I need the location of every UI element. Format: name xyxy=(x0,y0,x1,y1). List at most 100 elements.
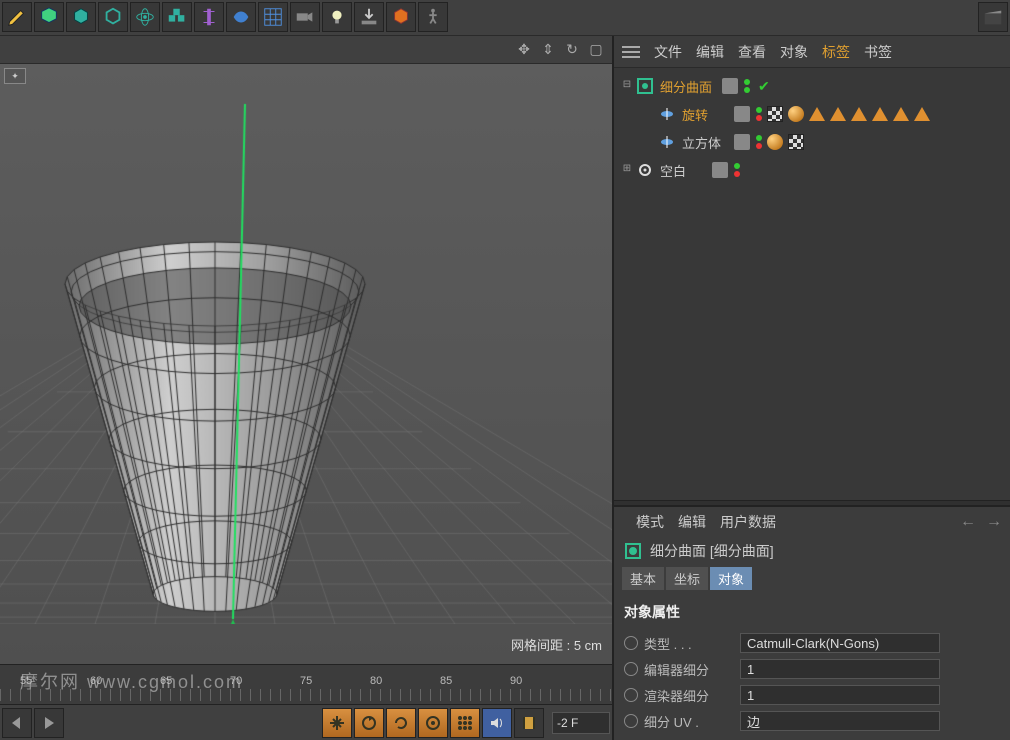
visibility-dots[interactable] xyxy=(744,79,750,93)
expando-icon[interactable]: ⊞ xyxy=(620,163,634,177)
attr-tabs: 基本 坐标 对象 xyxy=(614,565,1010,592)
tab-object[interactable]: 对象 xyxy=(710,567,752,590)
prop-field[interactable] xyxy=(740,633,940,653)
top-toolbar xyxy=(0,0,1010,36)
move-tool-icon[interactable] xyxy=(322,708,352,738)
tree-row[interactable]: ⊞ 空白 xyxy=(614,156,1010,184)
tag-tri-icon[interactable] xyxy=(872,107,888,121)
tree-row[interactable]: ⊟细分曲面✔ xyxy=(614,72,1010,100)
tree-label[interactable]: 立方体 xyxy=(678,133,728,152)
ruler-mark: 85 xyxy=(440,675,452,687)
viewport-frame-icon[interactable]: ▢ xyxy=(586,40,606,60)
tool-bar-icon[interactable] xyxy=(194,2,224,32)
prop-label: 编辑器细分 xyxy=(644,660,734,679)
attr-menu-mode[interactable]: 模式 xyxy=(636,512,664,532)
tool-cube-orange-icon[interactable] xyxy=(386,2,416,32)
target-icon[interactable] xyxy=(418,708,448,738)
tag-tri-icon[interactable] xyxy=(893,107,909,121)
tag-ball-icon[interactable] xyxy=(788,106,804,122)
tool-clapper-icon[interactable] xyxy=(978,2,1008,32)
tag-checker-icon[interactable] xyxy=(767,106,783,122)
visibility-dots[interactable] xyxy=(734,163,740,177)
viewport-nav-bar: ✥ ⇕ ↻ ▢ xyxy=(0,36,612,64)
prop-field[interactable] xyxy=(740,685,940,705)
attr-object-title: 细分曲面 [细分曲面] xyxy=(650,541,774,561)
visibility-dots[interactable] xyxy=(756,107,762,121)
hamburger-icon[interactable] xyxy=(622,46,640,58)
tag-tri-icon[interactable] xyxy=(851,107,867,121)
layer-chip[interactable] xyxy=(734,134,750,150)
grid-dots-icon[interactable] xyxy=(450,708,480,738)
tag-tri-icon[interactable] xyxy=(914,107,930,121)
attr-menu-edit[interactable]: 编辑 xyxy=(678,512,706,532)
tool-cubes-icon[interactable] xyxy=(162,2,192,32)
grid-spacing-label: 网格间距 : 5 cm xyxy=(511,635,602,654)
tab-coord[interactable]: 坐标 xyxy=(666,567,708,590)
loop-icon[interactable] xyxy=(386,708,416,738)
om-menu-view[interactable]: 查看 xyxy=(738,42,766,62)
prop-field[interactable] xyxy=(740,659,940,679)
radio-icon[interactable] xyxy=(624,662,638,676)
prev-frame-icon[interactable] xyxy=(2,708,32,738)
visibility-dots[interactable] xyxy=(756,135,762,149)
om-menu-object[interactable]: 对象 xyxy=(780,42,808,62)
tool-figure-icon[interactable] xyxy=(418,2,448,32)
tool-camera-icon[interactable] xyxy=(290,2,320,32)
tree-label[interactable]: 细分曲面 xyxy=(656,77,716,96)
property-row: 编辑器细分 xyxy=(624,656,1000,682)
expando-icon[interactable] xyxy=(642,107,656,121)
expando-icon[interactable] xyxy=(642,135,656,149)
3d-viewport[interactable]: ✦ 网格间距 : 5 cm xyxy=(0,64,612,664)
attr-menu-userdata[interactable]: 用户数据 xyxy=(720,512,776,532)
property-row: 渲染器细分 xyxy=(624,682,1000,708)
play-icon[interactable] xyxy=(34,708,64,738)
radio-icon[interactable] xyxy=(624,636,638,650)
tool-bulb-icon[interactable] xyxy=(322,2,352,32)
tool-cube-teal-icon[interactable] xyxy=(66,2,96,32)
radio-icon[interactable] xyxy=(624,714,638,728)
object-tree[interactable]: ⊟细分曲面✔旋转立方体⊞空白 xyxy=(614,68,1010,500)
tree-row[interactable]: 立方体 xyxy=(614,128,1010,156)
om-menu-edit[interactable]: 编辑 xyxy=(696,42,724,62)
prop-field[interactable] xyxy=(740,711,940,731)
tool-cube-outline-icon[interactable] xyxy=(98,2,128,32)
tool-atom-icon[interactable] xyxy=(130,2,160,32)
ruler-mark: 80 xyxy=(370,675,382,687)
tool-download-icon[interactable] xyxy=(354,2,384,32)
om-menu-tags[interactable]: 标签 xyxy=(822,42,850,62)
tree-label[interactable]: 空白 xyxy=(656,161,706,180)
tool-pen-icon[interactable] xyxy=(2,2,32,32)
tool-grid-icon[interactable] xyxy=(258,2,288,32)
expando-icon[interactable]: ⊟ xyxy=(620,79,634,93)
rotate-tool-icon[interactable] xyxy=(354,708,384,738)
playback-controls xyxy=(0,704,612,740)
prop-label: 细分 UV . xyxy=(644,712,734,731)
prop-label: 类型 . . . xyxy=(644,634,734,653)
nav-fwd-icon[interactable]: → xyxy=(986,513,1002,531)
viewport-move-icon[interactable]: ✥ xyxy=(514,40,534,60)
speaker-icon[interactable] xyxy=(482,708,512,738)
object-manager-menu: 文件 编辑 查看 对象 标签 书签 xyxy=(614,36,1010,68)
tag-ball-icon[interactable] xyxy=(767,134,783,150)
tool-lens-icon[interactable] xyxy=(226,2,256,32)
om-menu-file[interactable]: 文件 xyxy=(654,42,682,62)
tree-row[interactable]: 旋转 xyxy=(614,100,1010,128)
layer-chip[interactable] xyxy=(734,106,750,122)
current-frame-field[interactable] xyxy=(552,712,610,734)
film-icon[interactable] xyxy=(514,708,544,738)
om-menu-bookmarks[interactable]: 书签 xyxy=(864,42,892,62)
radio-icon[interactable] xyxy=(624,688,638,702)
tag-tri-icon[interactable] xyxy=(809,107,825,121)
viewport-rotate-icon[interactable]: ↻ xyxy=(562,40,582,60)
ruler-mark: 75 xyxy=(300,675,312,687)
viewport-zoom-icon[interactable]: ⇕ xyxy=(538,40,558,60)
tag-checker-icon[interactable] xyxy=(788,134,804,150)
layer-chip[interactable] xyxy=(722,78,738,94)
tool-cube-green-icon[interactable] xyxy=(34,2,64,32)
tab-basic[interactable]: 基本 xyxy=(622,567,664,590)
tag-tri-icon[interactable] xyxy=(830,107,846,121)
nav-back-icon[interactable]: ← xyxy=(960,513,976,531)
tree-label[interactable]: 旋转 xyxy=(678,105,728,124)
layer-chip[interactable] xyxy=(712,162,728,178)
camera-badge-icon[interactable]: ✦ xyxy=(4,68,26,84)
